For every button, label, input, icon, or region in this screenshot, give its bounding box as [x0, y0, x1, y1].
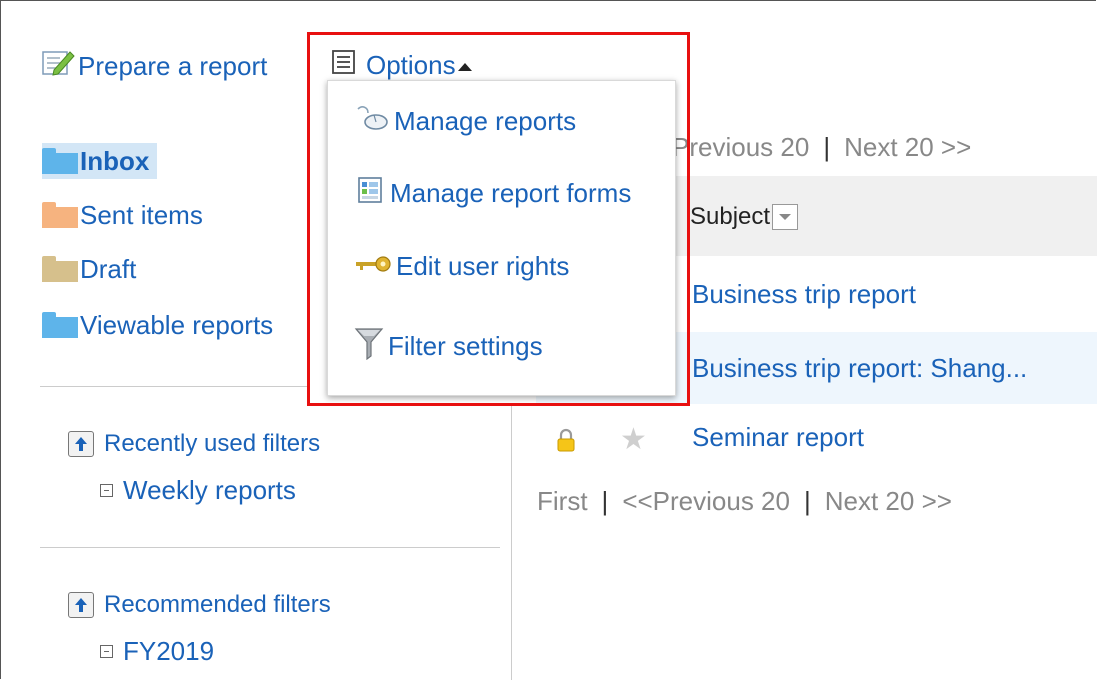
- folder-icon: [42, 312, 78, 338]
- recommended-filters-label: Recommended filters: [104, 591, 331, 618]
- edit-report-icon: [40, 48, 78, 85]
- folder-sent-items[interactable]: Sent items: [42, 197, 203, 233]
- folder-inbox[interactable]: Inbox: [42, 143, 158, 179]
- pager-previous[interactable]: <<Previous 20: [622, 486, 790, 516]
- prepare-report-label: Prepare a report: [78, 51, 268, 81]
- folder-icon: [42, 148, 78, 174]
- pager-separator: |: [803, 486, 811, 516]
- pager-separator: |: [823, 132, 831, 162]
- pager-next[interactable]: Next 20 >>: [844, 132, 971, 162]
- row-subject-link[interactable]: Business trip report: [692, 279, 916, 310]
- pager-next[interactable]: Next 20 >>: [825, 486, 952, 516]
- folder-label: Draft: [80, 253, 137, 284]
- collapse-up-icon[interactable]: [68, 592, 94, 618]
- folder-label: Inbox: [80, 145, 150, 176]
- recommended-filters-heading: Recommended filters: [68, 591, 331, 619]
- prepare-report-link[interactable]: Prepare a report: [40, 48, 267, 85]
- row-subject-link[interactable]: Seminar report: [692, 422, 864, 453]
- subject-header-label: Subject: [690, 203, 771, 230]
- folder-draft[interactable]: Draft: [42, 251, 136, 287]
- subject-column-header[interactable]: Subject: [690, 203, 799, 231]
- sidebar-divider: [40, 547, 500, 548]
- tree-node-icon: [100, 645, 113, 658]
- pager-top: Previous 20 | Next 20 >>: [672, 132, 971, 163]
- highlight-box: [307, 32, 690, 406]
- recent-filters-label: Recently used filters: [104, 430, 321, 457]
- sidebar-divider: [40, 386, 310, 387]
- lock-icon: [556, 428, 576, 452]
- collapse-up-icon[interactable]: [68, 431, 94, 457]
- folder-label: Sent items: [80, 199, 203, 230]
- folder-viewable-reports[interactable]: Viewable reports: [42, 307, 273, 343]
- sort-dropdown-icon[interactable]: [772, 204, 799, 230]
- recent-filters-heading: Recently used filters: [68, 430, 320, 458]
- pager-bottom: First | <<Previous 20 | Next 20 >>: [537, 486, 952, 517]
- filter-label: FY2019: [123, 636, 215, 666]
- filter-label: Weekly reports: [123, 475, 296, 505]
- pager-separator: |: [601, 486, 609, 516]
- filter-item[interactable]: Weekly reports: [100, 475, 296, 506]
- pager-previous[interactable]: Previous 20: [672, 132, 809, 162]
- pager-first[interactable]: First: [537, 486, 588, 516]
- row-subject-link[interactable]: Business trip report: Shang...: [692, 353, 1027, 384]
- star-icon[interactable]: ★: [620, 422, 647, 457]
- tree-node-icon: [100, 484, 113, 497]
- folder-icon: [42, 202, 78, 228]
- filter-item[interactable]: FY2019: [100, 636, 214, 667]
- folder-icon: [42, 256, 78, 282]
- pane-divider: [511, 405, 512, 680]
- folder-label: Viewable reports: [80, 309, 274, 340]
